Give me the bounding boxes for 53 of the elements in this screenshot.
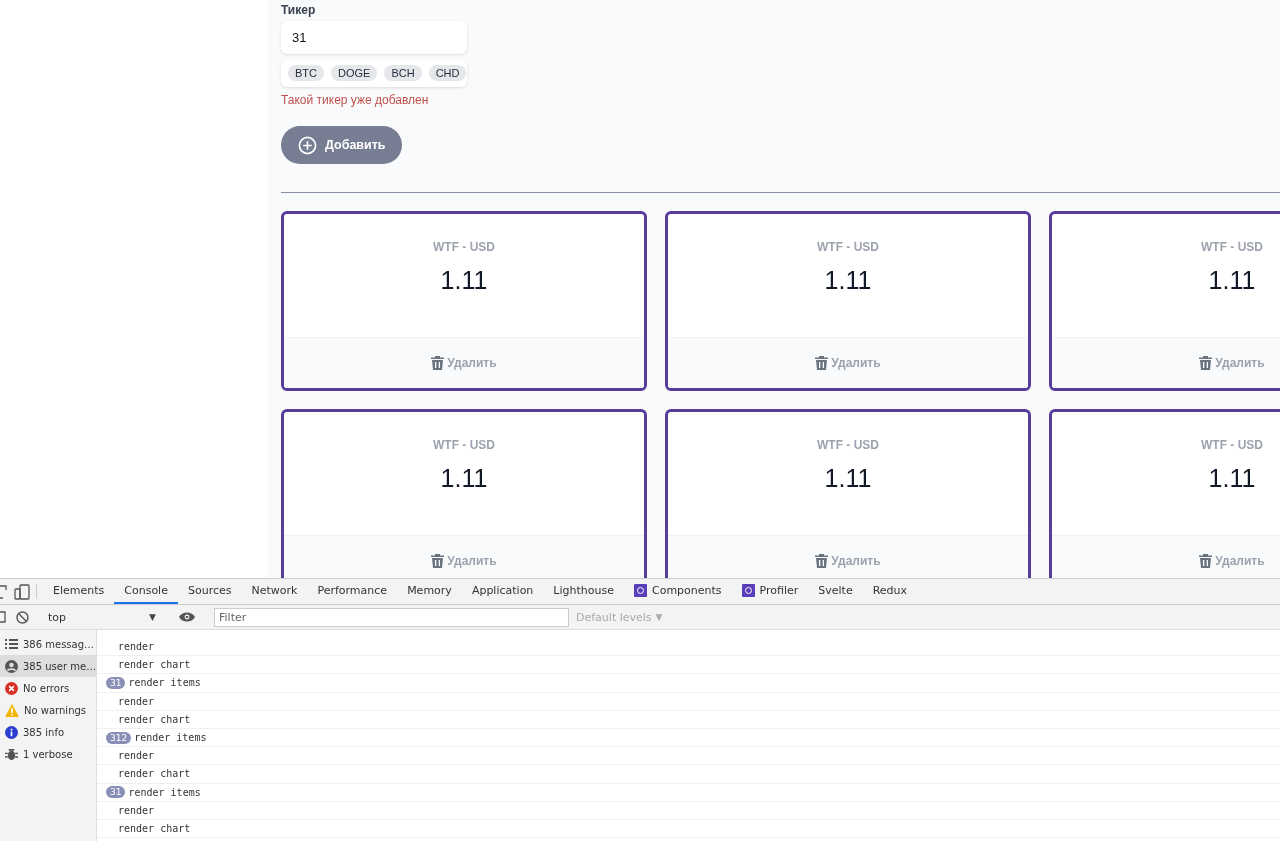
devtools-tab[interactable]: Memory (397, 579, 462, 604)
devtools-tab[interactable]: Network (241, 579, 308, 604)
error-message: Такой тикер уже добавлен (281, 93, 429, 107)
devtools-tab[interactable]: Redux (862, 579, 918, 604)
log-message: render (118, 804, 155, 816)
add-button[interactable]: Добавить (281, 126, 402, 164)
sidebar-item[interactable]: No errors (0, 677, 96, 699)
repeat-count-badge: 31 (106, 676, 126, 689)
ticker-name: WTF - USD (817, 438, 879, 452)
sidebar-item[interactable]: 386 messag… (0, 633, 96, 655)
log-message: render (118, 641, 155, 653)
ticker-name: WTF - USD (433, 438, 495, 452)
log-message: render chart (118, 713, 191, 725)
ticker-suggestion[interactable]: DOGE (331, 65, 378, 81)
ticker-price: 1.11 (824, 266, 872, 295)
devtools-tab[interactable]: Svelte (808, 579, 863, 604)
repeat-count-badge: 312 (106, 731, 132, 744)
devtools-tab[interactable]: Elements (43, 579, 115, 604)
devtools-tab[interactable]: Performance (307, 579, 398, 604)
repeat-count-badge: 31 (106, 786, 126, 799)
ticker-name: WTF - USD (433, 240, 495, 254)
ticker-suggestion[interactable]: BTC (288, 65, 324, 81)
ticker-price: 1.11 (440, 464, 488, 493)
ticker-name: WTF - USD (1201, 240, 1263, 254)
devtools-tab[interactable]: Lighthouse (543, 579, 624, 604)
filter-input[interactable]: Filter (214, 607, 569, 627)
ticker-price: 1.11 (1208, 464, 1256, 493)
sidebar-item[interactable]: 385 info (0, 721, 96, 743)
log-message: render chart (118, 768, 191, 780)
ticker-price: 1.11 (1208, 266, 1256, 295)
log-message: render items (134, 732, 207, 744)
devtools-tab[interactable]: Components (623, 579, 732, 604)
ticker-input[interactable]: 31 (281, 21, 467, 54)
sidebar-item[interactable]: 1 verbose (0, 743, 96, 765)
ticker-price: 1.11 (440, 266, 488, 295)
sidebar-item[interactable]: No warnings (0, 699, 96, 721)
log-message: render chart (118, 659, 191, 671)
ticker-name: WTF - USD (1201, 438, 1263, 452)
ticker-price: 1.11 (824, 464, 872, 493)
ticker-suggestion[interactable]: BCH (384, 65, 422, 81)
context-dropdown[interactable]: top ▼ (42, 610, 162, 624)
log-message: render items (128, 786, 201, 798)
log-message: render items (128, 677, 201, 689)
devtools-tab[interactable]: Sources (177, 579, 242, 604)
sidebar-item[interactable]: 385 user me… (0, 655, 96, 677)
devtools-tab[interactable]: Application (461, 579, 544, 604)
ticker-suggestion[interactable]: CHD (428, 65, 467, 81)
log-message: render (118, 695, 155, 707)
ticker-name: WTF - USD (817, 240, 879, 254)
log-message: render chart (118, 822, 191, 834)
log-message: render (118, 750, 155, 762)
field-label: Тикер (281, 4, 316, 18)
devtools-tab[interactable]: Profiler (731, 579, 809, 604)
